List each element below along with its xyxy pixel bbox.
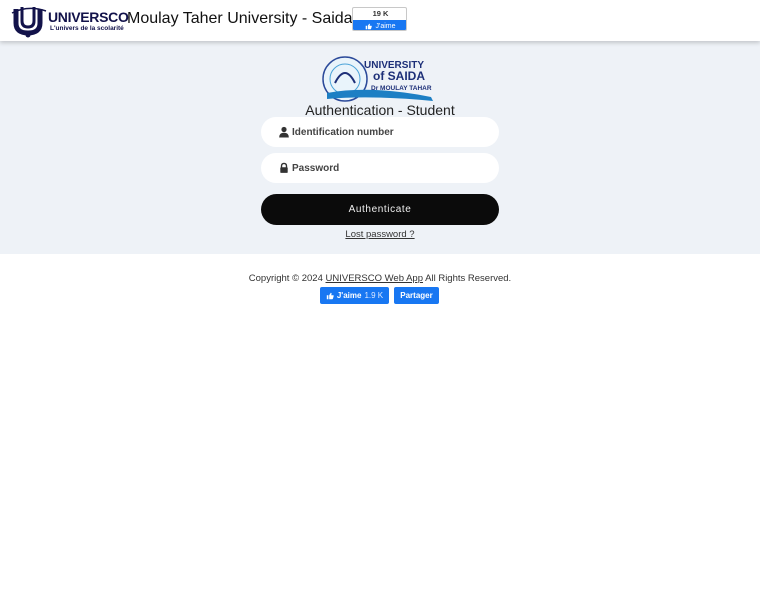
copyright-suffix: All Rights Reserved. (423, 273, 512, 284)
site-title: Moulay Taher University - Saida (127, 10, 353, 27)
thumbs-up-icon (326, 292, 334, 299)
login-section: UNIVERSITY of SAIDA Dr MOULAY TAHAR Auth… (0, 41, 760, 254)
user-icon (279, 126, 289, 138)
logo-tagline: L'univers de la scolarité (50, 25, 124, 32)
university-of-saida-logo: UNIVERSITY of SAIDA Dr MOULAY TAHAR (322, 56, 433, 102)
facebook-buttons: J'aime 1.9 K Partager (320, 287, 439, 304)
lost-password-row: Lost password ? (0, 229, 760, 240)
facebook-like-count-footer: 1.9 K (364, 291, 384, 300)
thumbs-up-icon (366, 23, 373, 29)
facebook-like-box[interactable]: 19 K J'aime (352, 7, 407, 31)
header-bar: UNIVERSCO L'univers de la scolarité Moul… (0, 0, 760, 41)
facebook-like-label: J'aime (375, 22, 396, 30)
lock-icon (280, 162, 288, 173)
facebook-like-button[interactable]: J'aime (353, 20, 406, 30)
facebook-like-label-footer: J'aime (336, 291, 362, 300)
facebook-share-button[interactable]: Partager (394, 287, 439, 304)
universco-web-app-link[interactable]: UNIVERSCO Web App (326, 273, 424, 284)
footer-copyright: Copyright © 2024 UNIVERSCO Web App All R… (0, 273, 760, 284)
identification-input[interactable] (292, 117, 492, 147)
facebook-like-count: 19 K (372, 9, 389, 18)
copyright-prefix: Copyright © 2024 (248, 273, 326, 284)
facebook-like-button-footer[interactable]: J'aime 1.9 K (320, 287, 389, 304)
universco-logo[interactable]: UNIVERSCO L'univers de la scolarité (10, 5, 129, 38)
authenticate-button[interactable]: Authenticate (261, 194, 499, 225)
logo-wordmark: UNIVERSCO (48, 9, 129, 25)
auth-title: Authentication - Student (305, 102, 455, 118)
uni-logo-line2: of SAIDA (373, 69, 425, 83)
identification-field[interactable] (261, 117, 499, 147)
lost-password-link[interactable]: Lost password ? (345, 229, 414, 240)
uni-logo-line3: Dr MOULAY TAHAR (371, 85, 432, 92)
password-input[interactable] (292, 153, 492, 183)
universco-logo-mark-icon (11, 7, 47, 38)
password-field[interactable] (261, 153, 499, 183)
